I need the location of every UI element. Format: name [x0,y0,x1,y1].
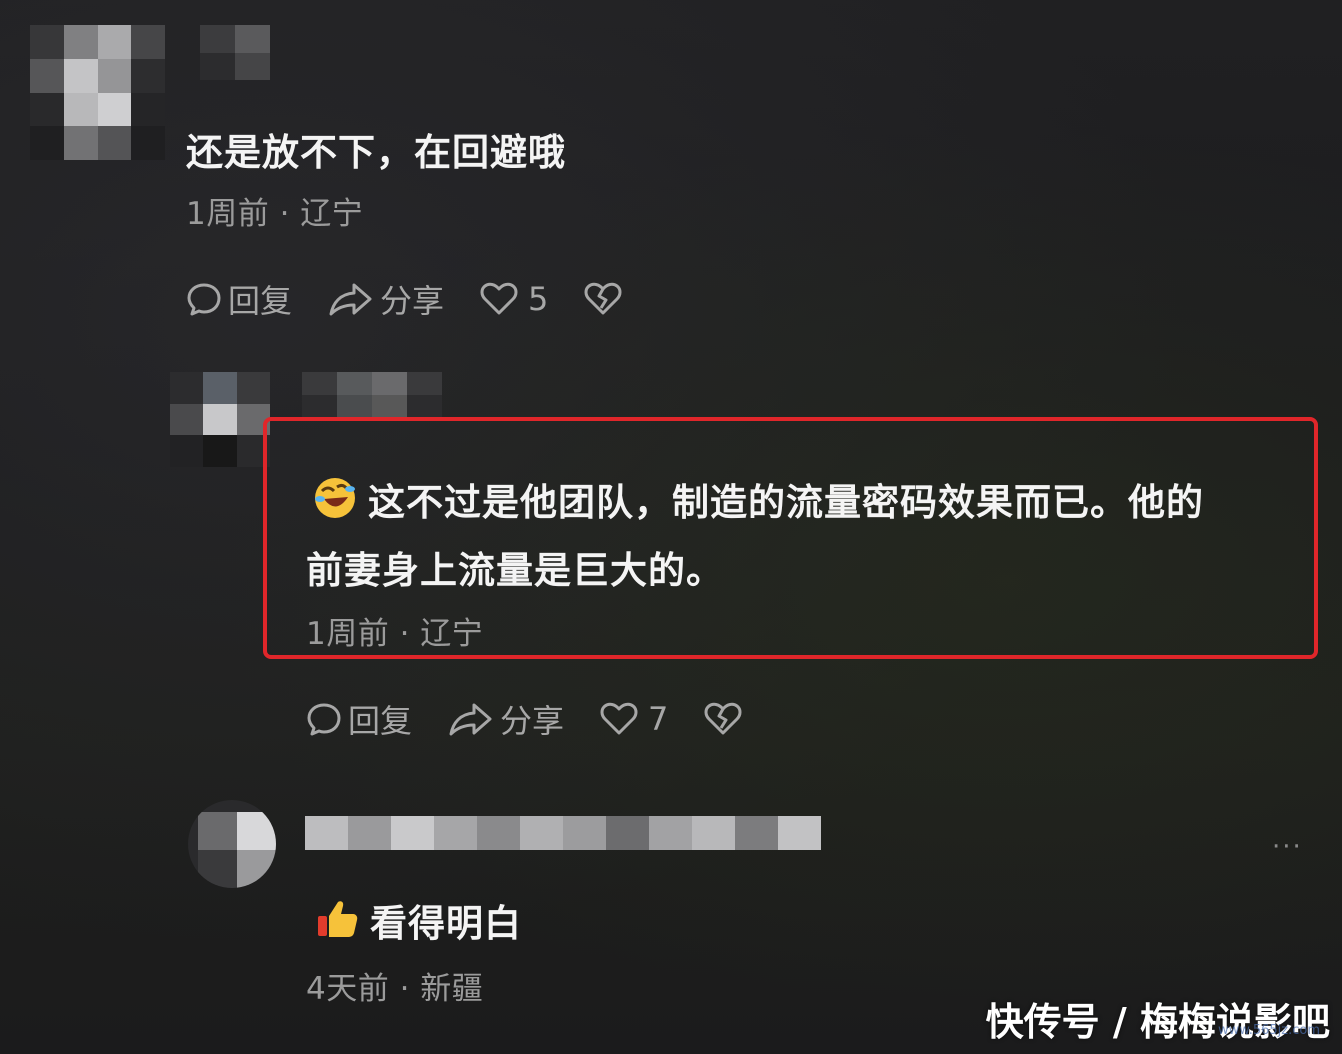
avatar-blurred[interactable] [170,372,270,467]
rolling-laughing-emoji [312,475,358,530]
more-options-button[interactable]: ··· [1272,832,1303,862]
heart-icon [480,281,518,317]
comment-3-body: 看得明白 [370,902,522,945]
share-label: 分享 [500,702,565,740]
like-button[interactable]: 7 [600,700,668,738]
like-count: 5 [528,280,549,318]
speech-bubble-icon [306,701,342,737]
reply-label: 回复 [348,702,413,740]
comment-1-actions: 回复 分享 5 [186,277,658,321]
screenshot-canvas: 还是放不下，在回避哦 1周前 · 辽宁 回复 分享 5 这不过是他团队，制造的流… [0,0,1342,1054]
username-blurred[interactable] [302,372,442,417]
like-count: 7 [648,700,669,738]
reply-button[interactable]: 回复 [186,276,292,322]
speech-bubble-icon [186,281,222,317]
share-button[interactable]: 分享 [448,696,564,742]
comment-2-meta: 1周前 · 辽宁 [306,616,484,652]
broken-heart-icon [584,281,622,317]
thumbs-up-emoji [314,896,360,951]
heart-icon [600,701,638,737]
comment-2-actions: 回复 分享 7 [306,697,778,741]
comment-3-meta: 4天前 · 新疆 [306,971,484,1007]
avatar-circle[interactable] [188,800,276,888]
comment-2-text-line1: 这不过是他团队，制造的流量密码效果而已。他的 [312,472,1204,530]
comment-1-text: 还是放不下，在回避哦 [186,131,566,174]
username-blurred[interactable] [305,816,821,850]
share-button[interactable]: 分享 [328,276,444,322]
username-blurred[interactable] [200,25,270,80]
site-watermark-url: www.565jz.com [1218,1023,1320,1038]
share-arrow-icon [448,701,494,737]
like-button[interactable]: 5 [480,280,548,318]
comment-1-meta: 1周前 · 辽宁 [186,196,364,232]
comment-3-text: 看得明白 [314,893,522,951]
avatar-blurred[interactable] [30,25,165,160]
comment-2-line1: 这不过是他团队，制造的流量密码效果而已。他的 [368,481,1204,524]
share-arrow-icon [328,281,374,317]
dislike-button[interactable] [584,281,622,317]
comment-2-text-line2: 前妻身上流量是巨大的。 [306,549,724,592]
share-label: 分享 [380,282,445,320]
broken-heart-icon [704,701,742,737]
dislike-button[interactable] [704,701,742,737]
reply-label: 回复 [228,282,293,320]
reply-button[interactable]: 回复 [306,696,412,742]
